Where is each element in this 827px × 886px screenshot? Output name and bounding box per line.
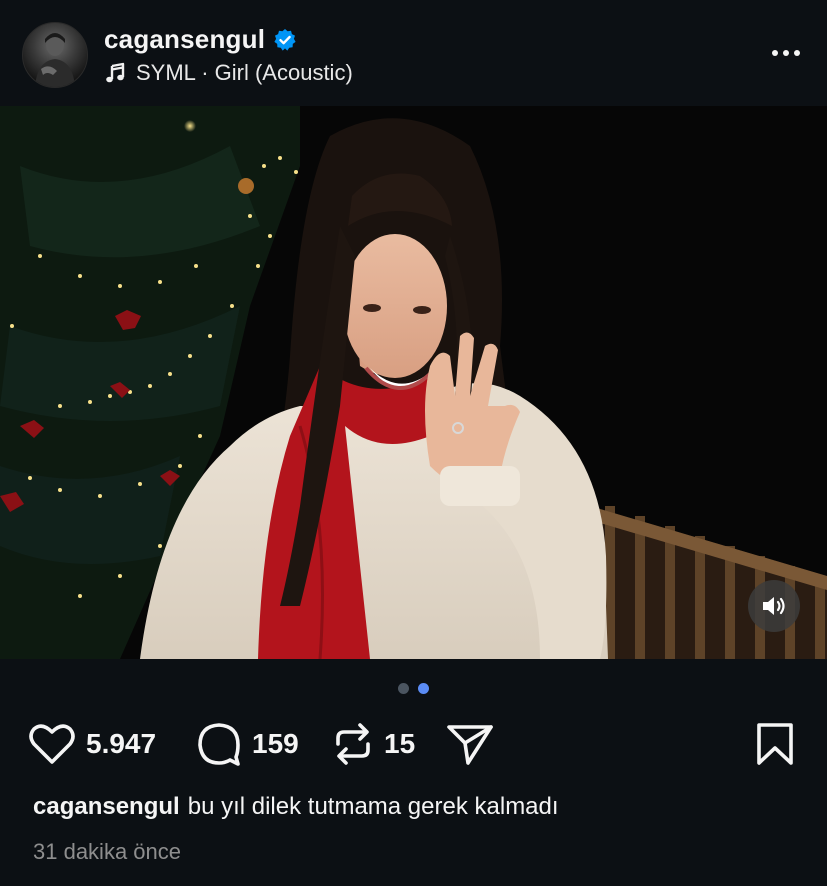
caption-text: bu yıl dilek tutmama gerek kalmadı <box>187 793 559 820</box>
more-options-button[interactable] <box>766 40 806 66</box>
sound-on-icon <box>763 597 785 615</box>
music-title: SYML · Girl (Acoustic) <box>136 60 353 85</box>
sound-toggle-button[interactable] <box>748 580 800 632</box>
heart-icon <box>29 724 75 764</box>
music-note-icon <box>106 62 125 83</box>
like-count: 5.947 <box>86 728 157 759</box>
repost-icon <box>336 723 370 765</box>
post-header: cagansengul SYML · Girl (Acoustic) <box>0 0 827 106</box>
action-bar: 5.947 159 15 <box>28 718 798 770</box>
avatar-photo <box>35 33 75 87</box>
comment-icon <box>198 723 240 766</box>
like-button[interactable]: 5.947 <box>28 718 156 770</box>
carousel-dot[interactable] <box>398 683 409 694</box>
avatar[interactable] <box>22 22 88 88</box>
post-caption: cagansengul bu yıl dilek tutmama gerek ka… <box>33 793 559 821</box>
post-timestamp: 31 dakika önce <box>33 839 181 864</box>
comment-count: 159 <box>252 728 299 759</box>
save-button[interactable] <box>756 718 794 770</box>
more-icon <box>772 50 778 56</box>
repost-button[interactable]: 15 <box>332 718 415 770</box>
bookmark-icon <box>757 723 793 765</box>
username-row: cagansengul <box>104 24 297 55</box>
post-media[interactable] <box>0 106 827 659</box>
repost-count: 15 <box>384 728 416 759</box>
music-row[interactable]: SYML · Girl (Acoustic) <box>104 60 353 86</box>
caption-username[interactable]: cagansengul <box>33 793 180 820</box>
comment-button[interactable]: 159 <box>196 718 299 770</box>
share-button[interactable] <box>446 718 494 770</box>
post-photo <box>0 106 827 659</box>
share-icon <box>447 725 493 765</box>
verified-badge-icon <box>274 28 296 51</box>
username[interactable]: cagansengul <box>104 24 265 55</box>
carousel-indicator <box>0 683 827 694</box>
carousel-dot-active[interactable] <box>418 683 429 694</box>
